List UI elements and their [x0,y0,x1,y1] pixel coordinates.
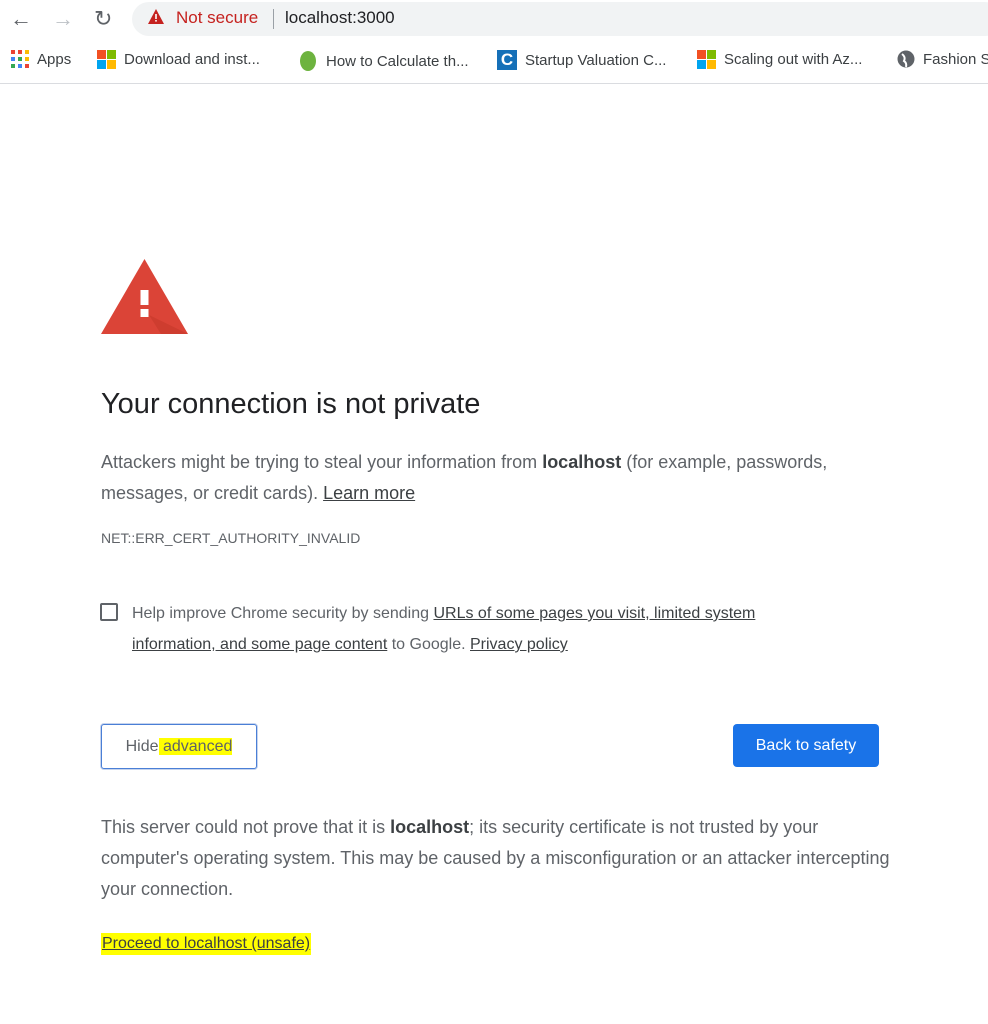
checkbox-label: Help improve Chrome security by sending … [132,598,812,660]
page-title: Your connection is not private [101,388,481,420]
hide-advanced-button[interactable]: Hide advanced [101,724,257,769]
button-text: Hide [125,737,159,755]
address-bar[interactable] [132,2,988,36]
bookmark-calculate[interactable]: How to Calculate th... [298,50,469,72]
host-name: localhost [542,452,622,472]
bookmark-download[interactable]: Download and inst... [97,50,260,69]
learn-more-link[interactable]: Learn more [323,483,415,503]
apps-grid-icon [11,50,29,68]
privacy-policy-link[interactable]: Privacy policy [470,636,568,653]
checkbox-text: Help improve Chrome security by sending [132,605,434,622]
proceed-unsafe-link[interactable]: Proceed to localhost (unsafe) [101,933,312,955]
bookmark-fashion[interactable]: Fashion S [897,50,988,68]
bookmark-label: How to Calculate th... [326,52,469,70]
c-logo-icon: C [497,50,517,70]
globe-icon [897,50,915,68]
details-pre: This server could not prove that it is [101,817,391,837]
host-name: localhost [390,817,470,837]
bookmark-startup[interactable]: C Startup Valuation C... [497,50,666,70]
address-separator [273,9,274,29]
toolbar-divider [0,83,988,84]
bookmark-label: Scaling out with Az... [724,51,863,68]
leaf-icon [300,51,316,71]
bookmark-label: Download and inst... [124,51,260,68]
details-text: This server could not prove that it is l… [101,812,891,905]
forward-icon[interactable]: → [52,6,74,32]
intro-pre: Attackers might be trying to steal your … [101,452,543,472]
checkbox-text: to Google. [387,636,470,653]
bookmark-label: Apps [37,50,72,68]
bookmark-label: Startup Valuation C... [525,51,667,69]
security-status[interactable]: Not secure [176,8,258,28]
bookmark-label: Fashion S [923,50,988,68]
microsoft-logo-icon [697,50,716,69]
intro-text: Attackers might be trying to steal your … [101,447,841,509]
button-text-highlighted: advanced [158,737,233,755]
warning-triangle-icon [101,259,188,334]
bookmark-apps[interactable]: Apps [11,50,71,68]
back-to-safety-button[interactable]: Back to safety [733,724,879,767]
bookmark-scaling[interactable]: Scaling out with Az... [697,50,862,69]
url-text[interactable]: localhost:3000 [285,8,395,28]
microsoft-logo-icon [97,50,116,69]
reload-icon[interactable]: ↻ [94,6,112,32]
back-icon[interactable]: ← [10,6,32,32]
help-improve-checkbox[interactable] [100,603,118,621]
warning-icon [148,9,164,24]
error-code: NET::ERR_CERT_AUTHORITY_INVALID [101,530,361,546]
